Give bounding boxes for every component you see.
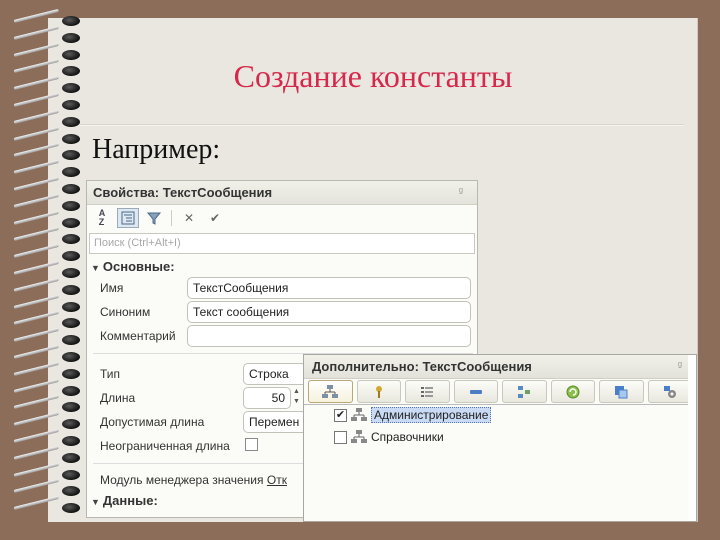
tree-item-administration[interactable]: ✔ Администрирование bbox=[334, 405, 492, 425]
subsystem-icon bbox=[351, 408, 367, 422]
additional-header: Дополнительно: ТекстСообщения ᵍ bbox=[304, 355, 696, 379]
length-spinner-icon[interactable]: ▲ ▼ bbox=[293, 387, 303, 409]
manager-module-open-link[interactable]: Отк bbox=[267, 473, 287, 487]
catalogs-label: Справочники bbox=[371, 430, 444, 444]
tab-command-interface[interactable] bbox=[599, 380, 644, 403]
properties-toolbar: AZ ✕ ✔ bbox=[87, 205, 477, 231]
spiral-ring bbox=[13, 260, 80, 278]
properties-header: Свойства: ТекстСообщения ᵍ bbox=[87, 181, 477, 205]
unlimited-length-label: Неограниченная длина bbox=[100, 439, 230, 453]
toolbar-separator bbox=[171, 210, 172, 226]
additional-window: Дополнительно: ТекстСообщения ᵍ ✔ Админи… bbox=[303, 354, 697, 522]
collapse-arrow-icon: ▼ bbox=[91, 497, 100, 507]
tab-functional-options[interactable] bbox=[405, 380, 450, 403]
categorized-view-icon[interactable] bbox=[117, 208, 139, 228]
name-field[interactable]: ТекстСообщения bbox=[187, 277, 471, 299]
properties-title: Свойства: ТекстСообщения bbox=[93, 185, 273, 200]
spiral-ring bbox=[13, 126, 80, 144]
pin-icon[interactable]: ᵍ bbox=[459, 186, 463, 198]
spiral-ring bbox=[13, 143, 80, 161]
spiral-ring bbox=[13, 395, 80, 413]
spiral-ring bbox=[13, 344, 80, 362]
length-field[interactable]: 50 bbox=[243, 387, 291, 409]
section-data[interactable]: ▼ Данные: bbox=[91, 493, 158, 508]
administration-label: Администрирование bbox=[371, 407, 492, 423]
spiral-ring bbox=[13, 378, 80, 396]
spiral-ring bbox=[13, 8, 80, 26]
spiral-ring bbox=[13, 160, 80, 178]
section-main-label: Основные: bbox=[102, 259, 175, 274]
example-label: Например: bbox=[92, 134, 221, 165]
command-icon bbox=[615, 385, 628, 398]
comment-label: Комментарий bbox=[100, 329, 176, 343]
additional-tabs bbox=[304, 379, 696, 405]
spiral-ring bbox=[13, 294, 80, 312]
tab-interfaces[interactable] bbox=[453, 380, 498, 403]
list-icon bbox=[421, 386, 434, 397]
spiral-ring bbox=[13, 328, 80, 346]
cancel-icon[interactable]: ✕ bbox=[178, 208, 200, 228]
spiral-ring bbox=[13, 244, 80, 262]
administration-checkbox[interactable]: ✔ bbox=[334, 408, 347, 422]
allowed-length-label: Допустимая длина bbox=[100, 415, 205, 429]
synonym-field[interactable]: Текст сообщения bbox=[187, 301, 471, 323]
spiral-ring bbox=[13, 412, 80, 430]
tab-subsystems[interactable] bbox=[308, 380, 353, 403]
confirm-icon[interactable]: ✔ bbox=[204, 208, 226, 228]
pin-icon[interactable]: ᵍ bbox=[678, 360, 682, 372]
spiral-ring bbox=[13, 277, 80, 295]
slide-title: Создание константы bbox=[233, 58, 513, 94]
tree-item-catalogs[interactable]: Справочники bbox=[334, 427, 444, 447]
spiral-ring bbox=[13, 311, 80, 329]
unlimited-length-checkbox[interactable] bbox=[245, 438, 258, 451]
spiral-ring bbox=[13, 109, 80, 127]
filter-icon[interactable] bbox=[143, 208, 165, 228]
scrollbar[interactable] bbox=[688, 355, 696, 521]
spiral-ring bbox=[13, 210, 80, 228]
additional-title: Дополнительно: ТекстСообщения bbox=[312, 359, 532, 374]
spiral-ring bbox=[13, 25, 80, 43]
section-data-label: Данные: bbox=[102, 493, 158, 508]
spiral-ring bbox=[13, 227, 80, 245]
type-label: Тип bbox=[100, 367, 121, 381]
sort-alphabetical-icon[interactable]: AZ bbox=[91, 208, 113, 228]
tab-exchange[interactable] bbox=[550, 380, 595, 403]
spiral-ring bbox=[13, 496, 80, 514]
spiral-ring bbox=[13, 193, 80, 211]
tab-storage[interactable] bbox=[647, 380, 692, 403]
tab-settings[interactable] bbox=[502, 380, 547, 403]
name-label: Имя bbox=[100, 281, 124, 295]
spiral-ring bbox=[13, 445, 80, 463]
subsystem-icon bbox=[351, 430, 367, 444]
key-icon bbox=[375, 385, 382, 398]
spiral-ring bbox=[13, 428, 80, 446]
tree-structure-icon bbox=[518, 385, 531, 398]
spiral-ring bbox=[13, 92, 80, 110]
comment-field[interactable] bbox=[187, 325, 471, 347]
manager-module-text: Модуль менеджера значения bbox=[100, 473, 264, 487]
section-main[interactable]: ▼ Основные: bbox=[91, 259, 175, 274]
synonym-label: Синоним bbox=[100, 305, 151, 319]
search-input[interactable]: Поиск (Ctrl+Alt+I) bbox=[89, 233, 475, 254]
collapse-arrow-icon: ▼ bbox=[91, 263, 100, 273]
spiral-ring bbox=[13, 361, 80, 379]
spiral-ring bbox=[13, 462, 80, 480]
manager-module-label: Модуль менеджера значения Отк bbox=[100, 473, 287, 487]
spiral-ring bbox=[13, 176, 80, 194]
catalogs-checkbox[interactable] bbox=[334, 430, 347, 444]
title-divider bbox=[80, 124, 684, 126]
length-label: Длина bbox=[100, 391, 136, 405]
subsystems-icon bbox=[322, 384, 339, 398]
spiral-ring bbox=[13, 479, 80, 497]
tab-roles[interactable] bbox=[356, 380, 401, 403]
minus-icon bbox=[469, 389, 482, 394]
refresh-icon bbox=[566, 385, 580, 398]
gear-icon bbox=[663, 385, 676, 398]
